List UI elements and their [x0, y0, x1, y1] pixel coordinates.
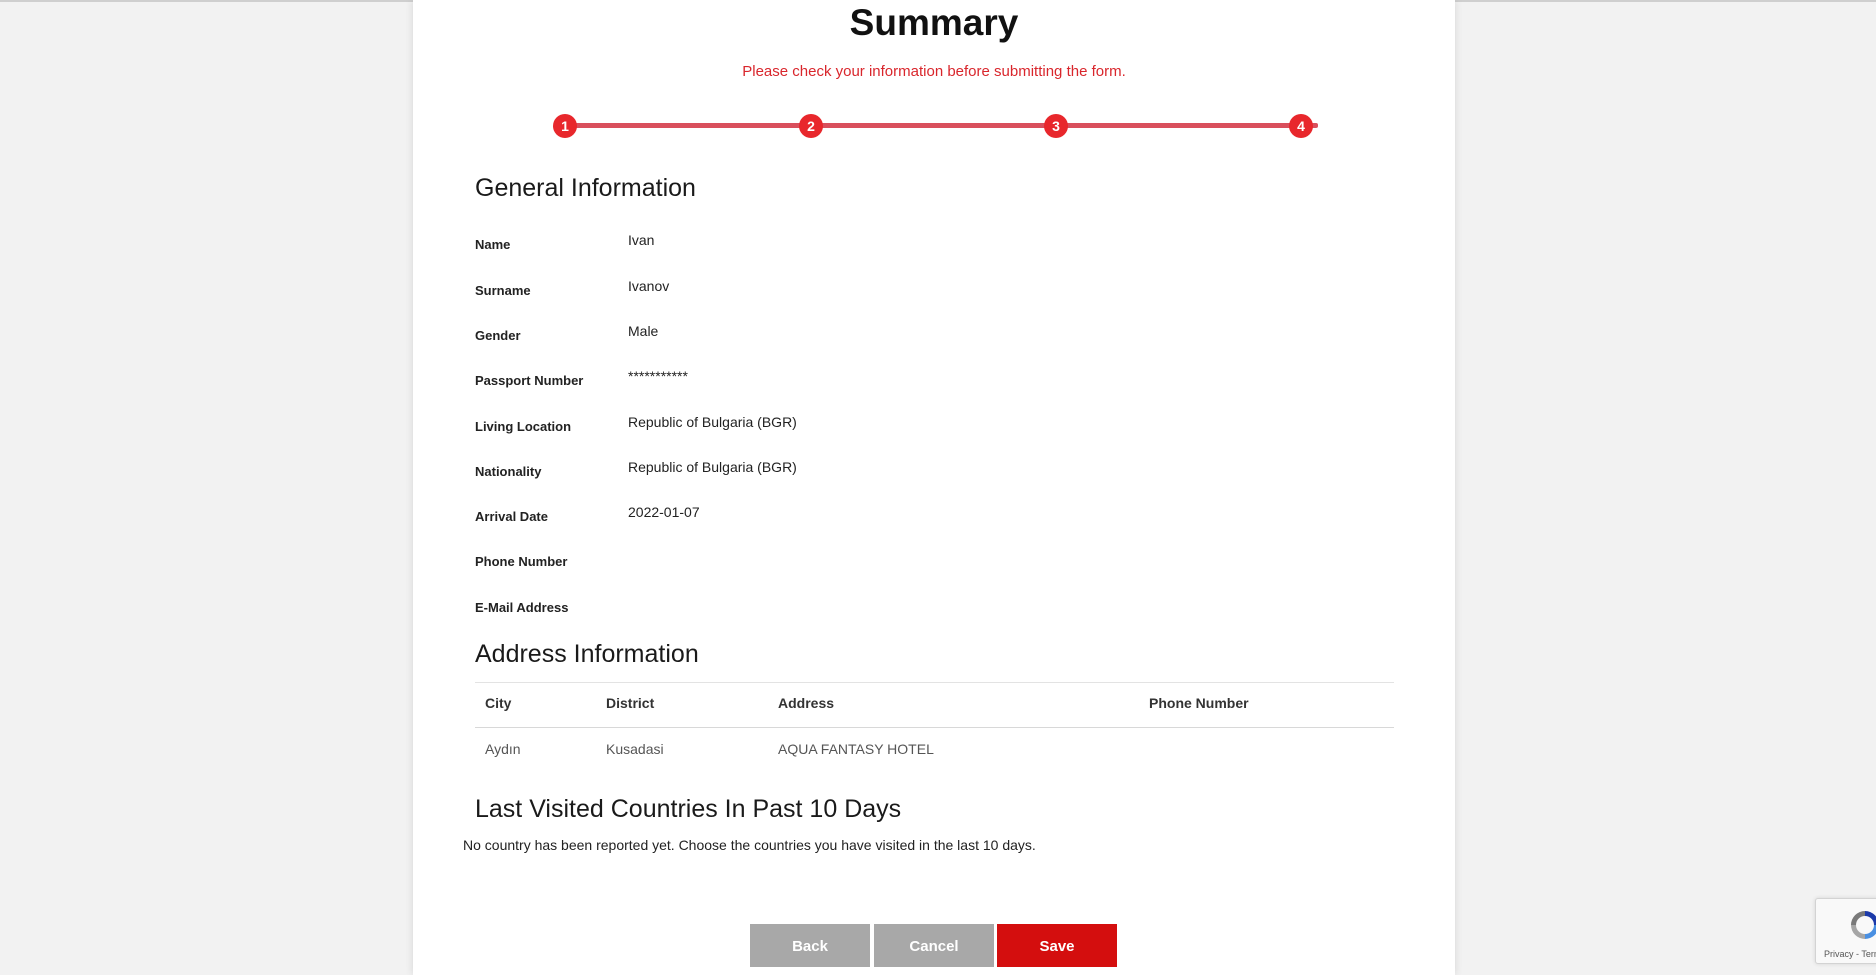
field-value-passport: *********** [628, 368, 688, 384]
column-header-district: District [606, 695, 655, 711]
column-header-address: Address [778, 695, 835, 711]
cell-district: Kusadasi [606, 741, 664, 757]
address-table: City District Address Phone Number Aydın… [475, 682, 1394, 772]
column-header-city: City [485, 695, 512, 711]
recaptcha-terms[interactable]: Privacy - Terms [1824, 949, 1876, 959]
field-value-nationality: Republic of Bulgaria (BGR) [628, 459, 797, 475]
field-label-passport: Passport Number [475, 373, 584, 388]
field-value-gender: Male [628, 323, 659, 339]
field-label-gender: Gender [475, 328, 521, 343]
last-visited-countries-title: Last Visited Countries In Past 10 Days [475, 795, 902, 823]
table-header-row: City District Address Phone Number [475, 683, 1394, 728]
field-value-name: Ivan [628, 232, 655, 248]
progress-stepper: 1 2 3 4 [413, 0, 1455, 140]
no-country-note: No country has been reported yet. Choose… [463, 837, 1036, 853]
cell-address: AQUA FANTASY HOTEL [778, 741, 934, 757]
field-value-arrival-date: 2022-01-07 [628, 504, 700, 520]
field-label-name: Name [475, 237, 511, 252]
field-label-living-location: Living Location [475, 419, 572, 434]
general-information-title: General Information [475, 174, 696, 202]
column-header-phone: Phone Number [1149, 695, 1249, 711]
field-label-arrival-date: Arrival Date [475, 509, 548, 524]
field-value-living-location: Republic of Bulgaria (BGR) [628, 414, 797, 430]
recaptcha-badge[interactable]: Privacy - Terms [1815, 898, 1876, 964]
field-label-surname: Surname [475, 283, 531, 298]
table-row: Aydın Kusadasi AQUA FANTASY HOTEL [475, 728, 1394, 772]
stepper-line [566, 123, 1318, 128]
step-1[interactable]: 1 [553, 114, 577, 138]
cell-city: Aydın [485, 741, 521, 757]
cancel-button[interactable]: Cancel [874, 924, 994, 967]
field-label-email: E-Mail Address [475, 600, 569, 615]
recaptcha-icon [1851, 911, 1876, 939]
step-2[interactable]: 2 [799, 114, 823, 138]
address-information-title: Address Information [475, 640, 699, 668]
step-4[interactable]: 4 [1289, 114, 1313, 138]
field-label-nationality: Nationality [475, 464, 542, 479]
summary-card: Summary Please check your information be… [413, 0, 1455, 975]
field-value-surname: Ivanov [628, 278, 670, 294]
step-3[interactable]: 3 [1044, 114, 1068, 138]
save-button[interactable]: Save [997, 924, 1117, 967]
field-label-phone: Phone Number [475, 554, 568, 569]
back-button[interactable]: Back [750, 924, 870, 967]
